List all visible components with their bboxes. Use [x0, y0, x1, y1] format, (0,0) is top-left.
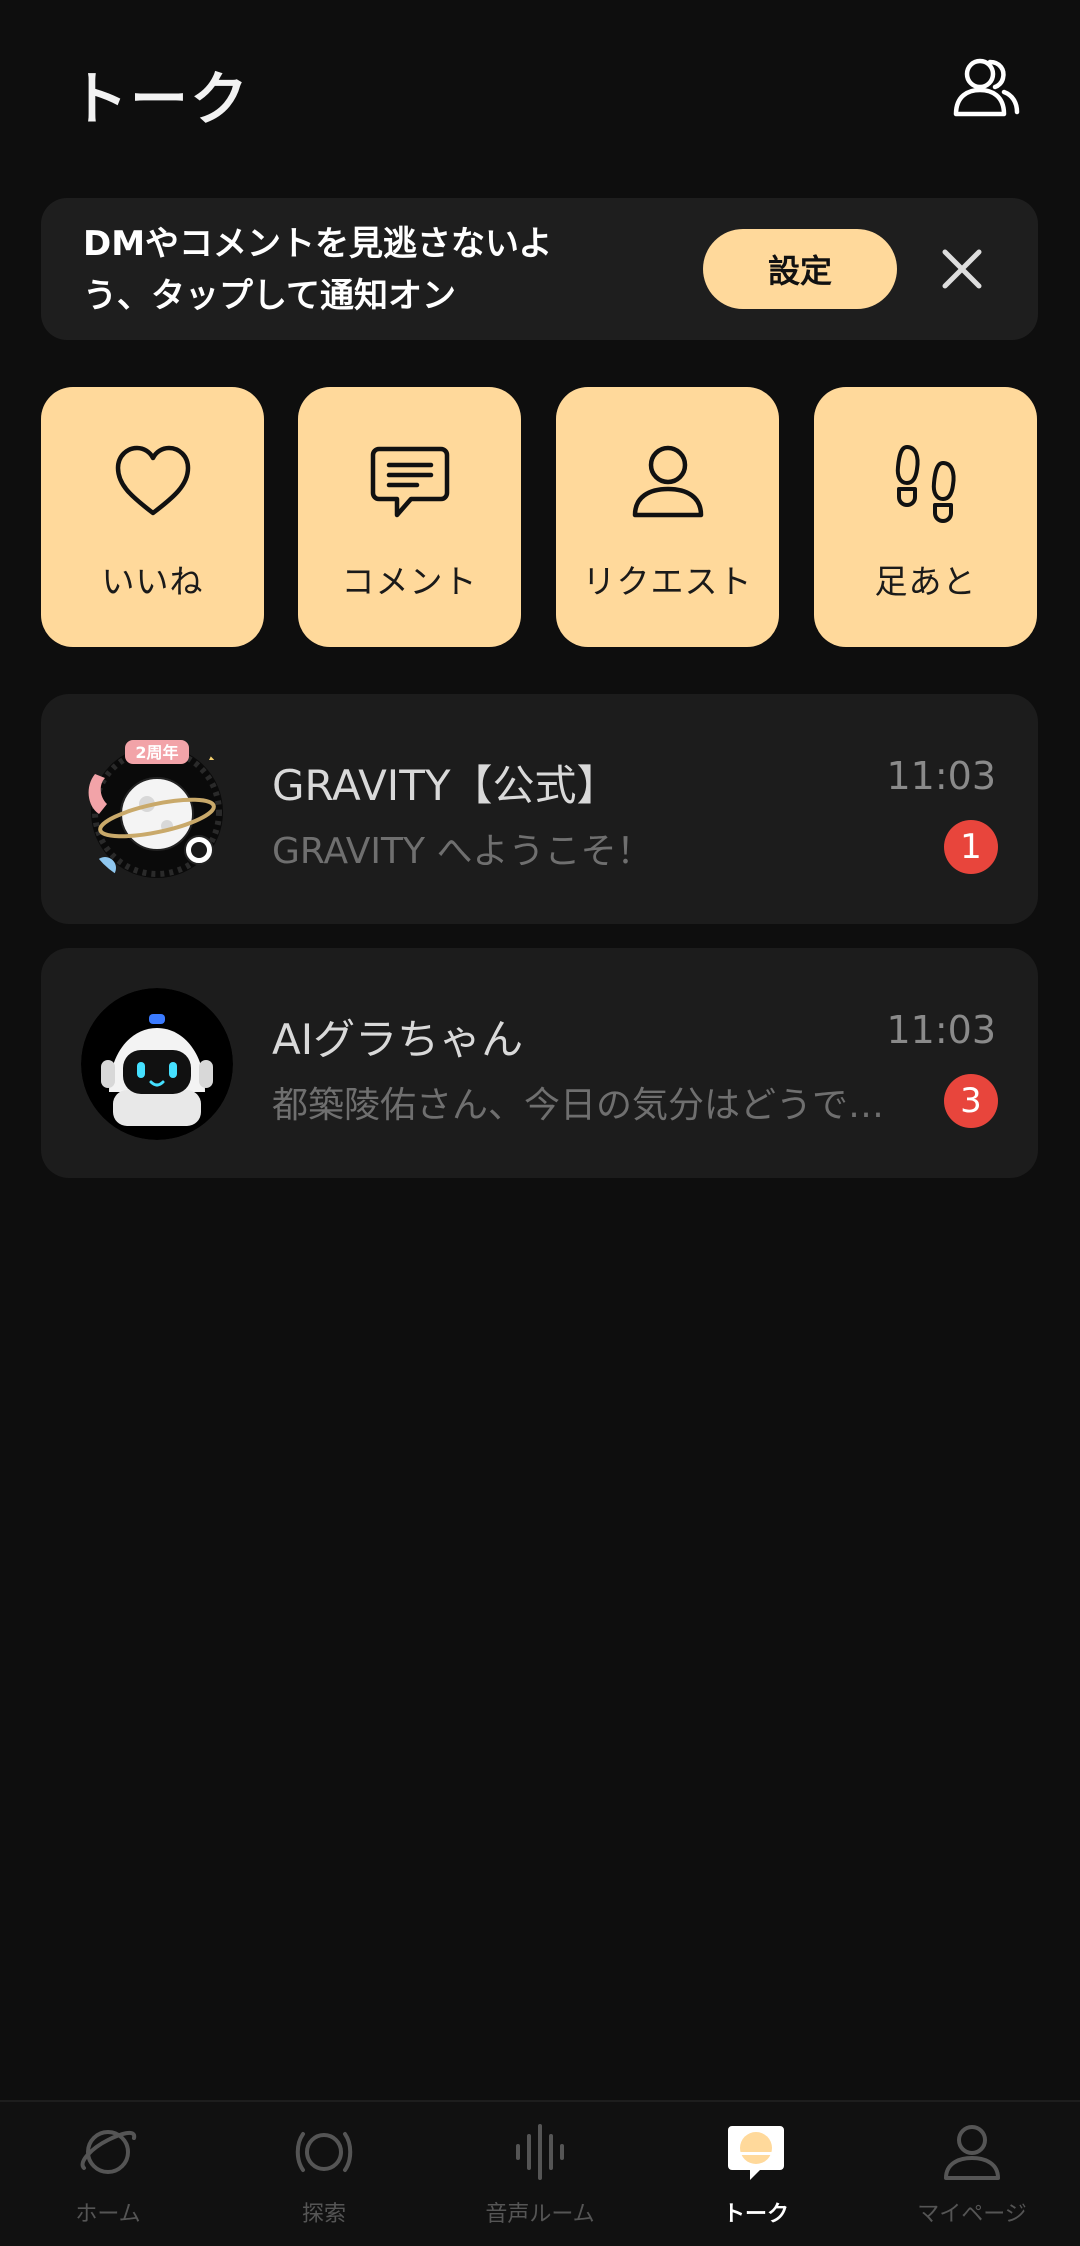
shortcut-label: いいね	[101, 562, 204, 601]
nav-label: 探索	[301, 2202, 346, 2227]
unread-badge: 1	[944, 820, 998, 874]
nav-label: 音声ルーム	[485, 2202, 595, 2227]
nav-home[interactable]: ホーム	[0, 2102, 216, 2246]
robot-avatar	[81, 988, 233, 1140]
chat-time: 11:03	[886, 1008, 996, 1052]
friends-button[interactable]	[950, 56, 1022, 120]
settings-button[interactable]: 設定	[703, 229, 897, 309]
notification-banner[interactable]: DMやコメントを見逃さないよ う、タップして通知オン 設定	[41, 198, 1038, 340]
bottom-nav: ホーム 探索 音声ルーム トーク マイページ	[0, 2100, 1080, 2246]
shortcut-likes[interactable]: いいね	[41, 387, 264, 647]
banner-line-2: う、タップして通知オン	[83, 276, 456, 316]
avatar-gravity: 2周年	[81, 734, 233, 886]
talk-screen: トーク DMやコメントを見逃さないよ う、タップして通知オン 設定 いいね コメ…	[0, 0, 1080, 2246]
people-icon	[953, 58, 1020, 117]
shortcut-requests[interactable]: リクエスト	[556, 387, 779, 647]
shortcut-label: 足あと	[874, 562, 977, 601]
shortcut-label: コメント	[341, 562, 478, 601]
unread-badge: 3	[944, 1074, 998, 1128]
gravity-anniversary-avatar: 2周年	[88, 740, 223, 879]
explore-icon	[295, 2132, 353, 2172]
close-icon	[942, 249, 982, 289]
nav-talk[interactable]: トーク	[648, 2102, 864, 2246]
voice-wave-icon	[516, 2124, 564, 2180]
nav-label: マイページ	[917, 2202, 1027, 2227]
header: トーク	[0, 0, 1080, 180]
chat-name: AIグラちゃん	[272, 1015, 524, 1064]
shortcut-label: リクエスト	[582, 562, 753, 601]
banner-line-1: DMやコメントを見逃さないよ	[83, 224, 553, 264]
person-icon	[632, 445, 704, 518]
nav-explore[interactable]: 探索	[216, 2102, 432, 2246]
shortcut-comments[interactable]: コメント	[298, 387, 521, 647]
nav-label: トーク	[722, 2202, 789, 2227]
planet-icon	[80, 2130, 137, 2174]
chat-row-ai[interactable]: AIグラちゃん 11:03 都築陵佑さん、今日の気分はどうで… 3	[41, 948, 1038, 1178]
shortcut-footprints[interactable]: 足あと	[814, 387, 1037, 647]
profile-icon	[944, 2125, 1000, 2180]
chat-preview: 都築陵佑さん、今日の気分はどうで…	[272, 1085, 885, 1126]
chat-row-gravity[interactable]: 2周年 GRAVITY【公式】 11:03 GRAVITY へようこそ！ 1	[41, 694, 1038, 924]
footprints-icon	[895, 445, 956, 523]
chat-name: GRAVITY【公式】	[272, 761, 619, 810]
chat-preview: GRAVITY へようこそ！	[272, 831, 653, 872]
nav-label: ホーム	[75, 2202, 141, 2227]
nav-mypage[interactable]: マイページ	[864, 2102, 1080, 2246]
heart-icon	[115, 445, 191, 516]
page-title: トーク	[70, 65, 251, 133]
chat-time: 11:03	[886, 754, 996, 798]
nav-voice-room[interactable]: 音声ルーム	[432, 2102, 648, 2246]
chat-bubble-icon	[728, 2126, 784, 2180]
banner-close-button[interactable]	[935, 242, 989, 296]
avatar-ai	[81, 988, 233, 1140]
comment-icon	[370, 446, 450, 518]
avatar-badge-text: 2周年	[135, 743, 178, 762]
banner-message: DMやコメントを見逃さないよ う、タップして通知オン	[83, 218, 653, 322]
